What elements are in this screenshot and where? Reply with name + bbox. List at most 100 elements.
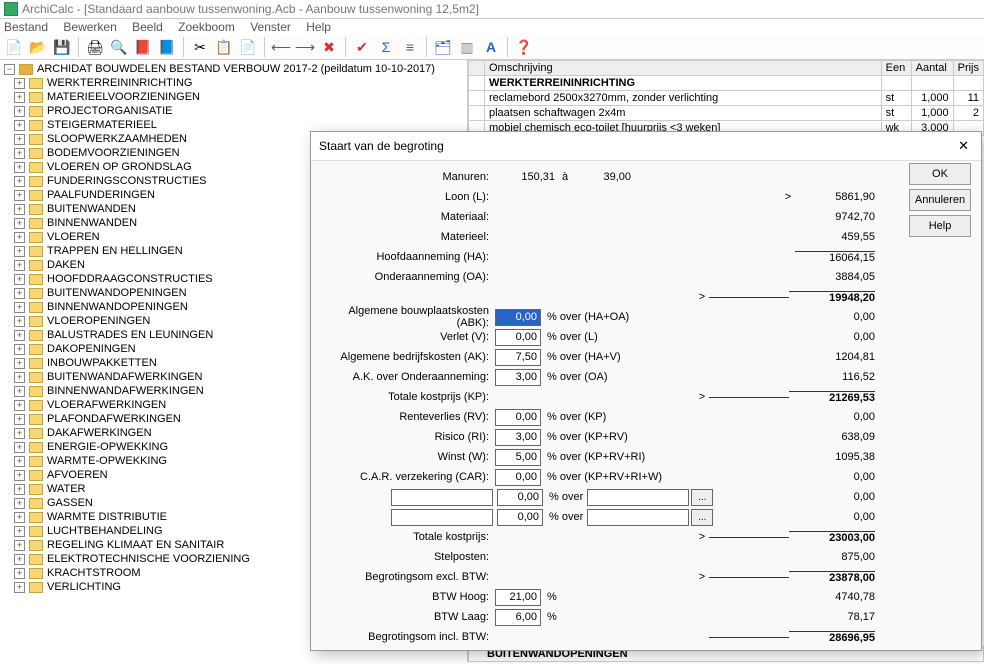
- inp-rv[interactable]: [495, 409, 541, 426]
- grid-header-row[interactable]: WERKTERREININRICHTING: [469, 76, 984, 91]
- expand-icon[interactable]: +: [14, 288, 25, 299]
- expand-icon[interactable]: +: [14, 470, 25, 481]
- inp-btw-laag[interactable]: [495, 609, 541, 626]
- expand-icon[interactable]: +: [14, 106, 25, 117]
- help-button[interactable]: Help: [909, 215, 971, 237]
- table-row[interactable]: reclamebord 2500x3270mm, zonder verlicht…: [469, 91, 984, 106]
- check-icon[interactable]: ✔: [352, 37, 372, 57]
- expand-icon[interactable]: +: [14, 330, 25, 341]
- gt-icon[interactable]: >: [695, 291, 709, 303]
- inp-ak[interactable]: [495, 349, 541, 366]
- word-icon[interactable]: 📘: [157, 37, 177, 57]
- inp-car[interactable]: [495, 469, 541, 486]
- expand-icon[interactable]: +: [14, 386, 25, 397]
- expand-icon[interactable]: +: [14, 428, 25, 439]
- inp-abk[interactable]: [495, 309, 541, 326]
- gt-icon[interactable]: >: [695, 391, 709, 403]
- tree-item[interactable]: +MATERIEELVOORZIENINGEN: [2, 90, 465, 104]
- browse2-button[interactable]: ...: [691, 509, 713, 526]
- inp-custom2-over[interactable]: [587, 509, 689, 526]
- expand-icon[interactable]: +: [14, 274, 25, 285]
- col-aantal[interactable]: Aantal: [911, 61, 953, 76]
- expand-icon[interactable]: +: [14, 246, 25, 257]
- expand-icon[interactable]: +: [14, 148, 25, 159]
- expand-icon[interactable]: +: [14, 414, 25, 425]
- open-icon[interactable]: 📂: [28, 37, 48, 57]
- gt-icon[interactable]: >: [695, 531, 709, 543]
- list-icon[interactable]: ≡: [400, 37, 420, 57]
- table-row[interactable]: plaatsen schaftwagen 2x4mst1,0002: [469, 106, 984, 121]
- help-icon[interactable]: ❓: [514, 37, 534, 57]
- menu-help[interactable]: Help: [306, 20, 331, 34]
- expand-icon[interactable]: +: [14, 568, 25, 579]
- expand-icon[interactable]: +: [14, 176, 25, 187]
- expand-icon[interactable]: +: [14, 204, 25, 215]
- expand-icon[interactable]: +: [14, 134, 25, 145]
- collapse-icon[interactable]: −: [4, 64, 15, 75]
- save-icon[interactable]: 💾: [52, 37, 72, 57]
- paste-icon[interactable]: 📄: [238, 37, 258, 57]
- tree-icon[interactable]: 🗂: [433, 37, 453, 57]
- expand-icon[interactable]: +: [14, 554, 25, 565]
- expand-icon[interactable]: +: [14, 526, 25, 537]
- expand-icon[interactable]: +: [14, 498, 25, 509]
- inp-verlet[interactable]: [495, 329, 541, 346]
- col-omschrijving[interactable]: Omschrijving: [485, 61, 882, 76]
- expand-icon[interactable]: +: [14, 372, 25, 383]
- expand-icon[interactable]: +: [14, 400, 25, 411]
- inp-ak-oa[interactable]: [495, 369, 541, 386]
- ok-button[interactable]: OK: [909, 163, 971, 185]
- expand-icon[interactable]: +: [14, 190, 25, 201]
- expand-icon[interactable]: +: [14, 344, 25, 355]
- inp-custom2-label[interactable]: [391, 509, 493, 526]
- expand-icon[interactable]: +: [14, 218, 25, 229]
- expand-icon[interactable]: +: [14, 484, 25, 495]
- expand-icon[interactable]: +: [14, 456, 25, 467]
- annuleren-button[interactable]: Annuleren: [909, 189, 971, 211]
- close-icon[interactable]: ✕: [954, 138, 973, 154]
- inp-custom1[interactable]: [497, 489, 543, 506]
- a-icon[interactable]: A: [481, 37, 501, 57]
- expand-icon[interactable]: +: [14, 78, 25, 89]
- expand-icon[interactable]: +: [14, 316, 25, 327]
- tree-item[interactable]: +WERKTERREININRICHTING: [2, 76, 465, 90]
- expand-icon[interactable]: +: [14, 442, 25, 453]
- pdf-icon[interactable]: 📕: [133, 37, 153, 57]
- menu-zoekboom[interactable]: Zoekboom: [178, 20, 235, 34]
- expand-icon[interactable]: +: [14, 120, 25, 131]
- expand-icon[interactable]: +: [14, 540, 25, 551]
- menu-bestand[interactable]: Bestand: [4, 20, 48, 34]
- expand-icon[interactable]: +: [14, 92, 25, 103]
- inp-custom1-label[interactable]: [391, 489, 493, 506]
- expand-icon[interactable]: +: [14, 260, 25, 271]
- expand-icon[interactable]: +: [14, 512, 25, 523]
- expand-icon[interactable]: +: [14, 302, 25, 313]
- menu-venster[interactable]: Venster: [250, 20, 291, 34]
- menu-beeld[interactable]: Beeld: [132, 20, 163, 34]
- tree-item[interactable]: +PROJECTORGANISATIE: [2, 104, 465, 118]
- preview-icon[interactable]: 🔍: [109, 37, 129, 57]
- bars-icon[interactable]: ▥: [457, 37, 477, 57]
- inp-custom2[interactable]: [497, 509, 543, 526]
- gt-icon[interactable]: >: [781, 191, 795, 203]
- inp-winst[interactable]: [495, 449, 541, 466]
- cancel-icon[interactable]: ✖: [319, 37, 339, 57]
- col-een[interactable]: Een: [881, 61, 911, 76]
- expand-icon[interactable]: +: [14, 582, 25, 593]
- tree-root[interactable]: − ARCHIDAT BOUWDELEN BESTAND VERBOUW 201…: [2, 62, 465, 76]
- inp-btw-hoog[interactable]: [495, 589, 541, 606]
- sum-icon[interactable]: Σ: [376, 37, 396, 57]
- gt-icon[interactable]: >: [695, 571, 709, 583]
- new-icon[interactable]: 📄: [4, 37, 24, 57]
- menu-bewerken[interactable]: Bewerken: [63, 20, 116, 34]
- arrow-left-icon[interactable]: ⟵: [271, 37, 291, 57]
- col-prijs[interactable]: Prijs: [953, 61, 983, 76]
- tree-item[interactable]: +STEIGERMATERIEEL: [2, 118, 465, 132]
- inp-ri[interactable]: [495, 429, 541, 446]
- browse1-button[interactable]: ...: [691, 489, 713, 506]
- cut-icon[interactable]: ✂: [190, 37, 210, 57]
- expand-icon[interactable]: +: [14, 358, 25, 369]
- print-icon[interactable]: 🖨: [85, 37, 105, 57]
- expand-icon[interactable]: +: [14, 162, 25, 173]
- copy-icon[interactable]: 📋: [214, 37, 234, 57]
